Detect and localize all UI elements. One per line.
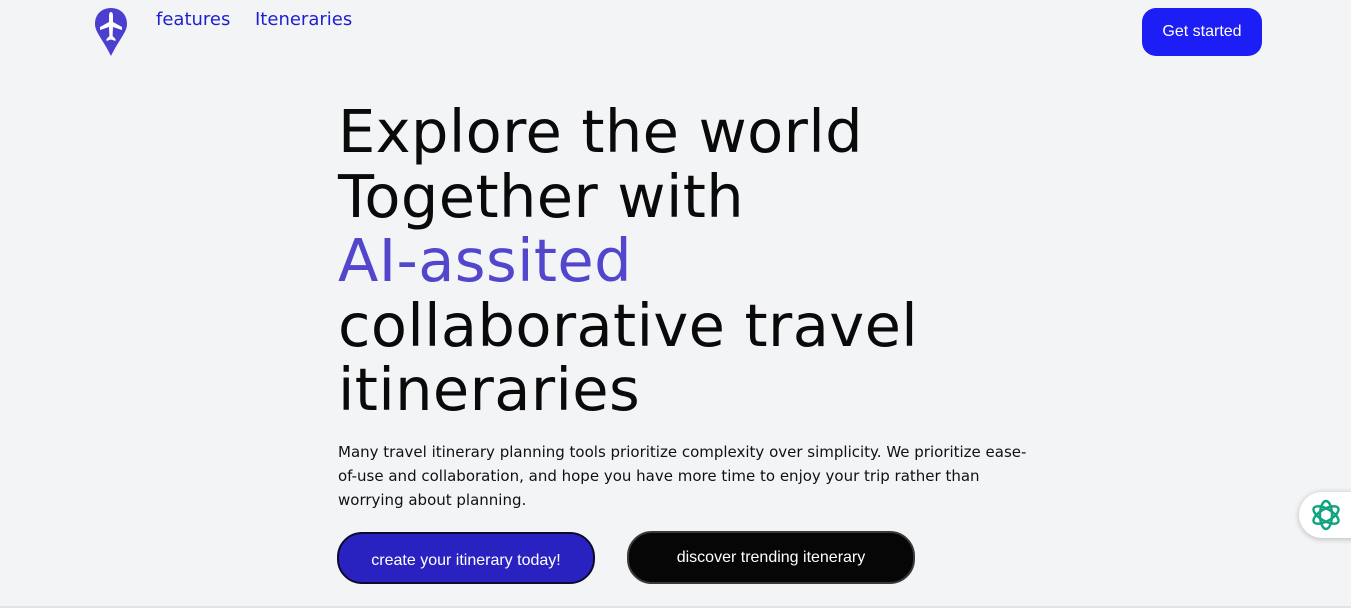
- hero-title: Explore the world Together with AI-assit…: [338, 97, 919, 424]
- plane-pin-icon[interactable]: [94, 7, 128, 57]
- discover-trending-button[interactable]: discover trending itenerary: [627, 531, 915, 584]
- assistant-knot-icon: [1312, 499, 1340, 531]
- hero-title-line: Together with: [338, 161, 745, 231]
- nav-link-features[interactable]: features: [156, 9, 230, 30]
- landing-page: features Iteneraries Get started Explore…: [0, 0, 1351, 608]
- hero-title-line: Explore the world: [338, 97, 863, 166]
- nav-link-iteneraries[interactable]: Iteneraries: [255, 9, 352, 30]
- assistant-widget-button[interactable]: [1299, 492, 1351, 538]
- hero-description: Many travel itinerary planning tools pri…: [338, 443, 1027, 509]
- hero-title-accent: AI-assited: [338, 226, 632, 295]
- hero-title-line: itineraries: [338, 355, 641, 424]
- get-started-button[interactable]: Get started: [1142, 8, 1262, 56]
- create-itinerary-button[interactable]: create your itinerary today!: [337, 532, 595, 584]
- hero-title-line: collaborative travel: [338, 290, 919, 360]
